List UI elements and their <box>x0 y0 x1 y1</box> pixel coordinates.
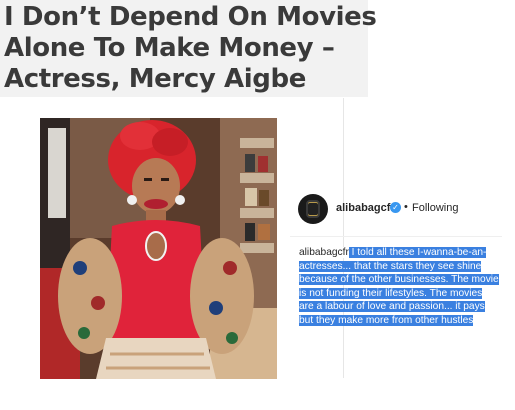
caption-line-6: but they make more from other hustles <box>299 314 474 326</box>
caption-username[interactable]: alibabagcfr <box>299 247 349 258</box>
article-title-box: I Don’t Depend On Movies Alone To Make M… <box>0 0 377 97</box>
verified-badge-icon: ✓ <box>390 202 401 213</box>
post-divider-horizontal <box>290 236 502 237</box>
caption-line-1: I told all these I-wanna-be-an- <box>348 247 487 258</box>
caption-line-5: are a labour of love and passion... it p… <box>299 301 485 313</box>
article-title-line-3: Actress, Mercy Aigbe <box>4 64 306 94</box>
caption-line-2: actresses... that the stars they see shi… <box>299 260 482 272</box>
post-divider-vertical <box>343 98 344 378</box>
profile-avatar[interactable] <box>298 194 328 224</box>
post-photo-image <box>40 118 277 379</box>
post-photo[interactable] <box>40 118 277 379</box>
post-username[interactable]: alibabagcfr <box>336 202 395 214</box>
article-title-line-1: I Don’t Depend On Movies <box>4 2 377 32</box>
separator-dot: • <box>404 201 408 213</box>
caption-line-4: is not funding their lifestyles. The mov… <box>299 287 483 299</box>
post-header: alibabagcfr ✓ • Following <box>298 194 498 224</box>
following-button[interactable]: Following <box>412 202 458 214</box>
post-caption: alibabagcfr I told all these I-wanna-be-… <box>299 246 503 328</box>
article-title-line-2: Alone To Make Money – <box>4 33 335 63</box>
caption-line-3: because of the other businesses. The mov… <box>299 274 499 286</box>
